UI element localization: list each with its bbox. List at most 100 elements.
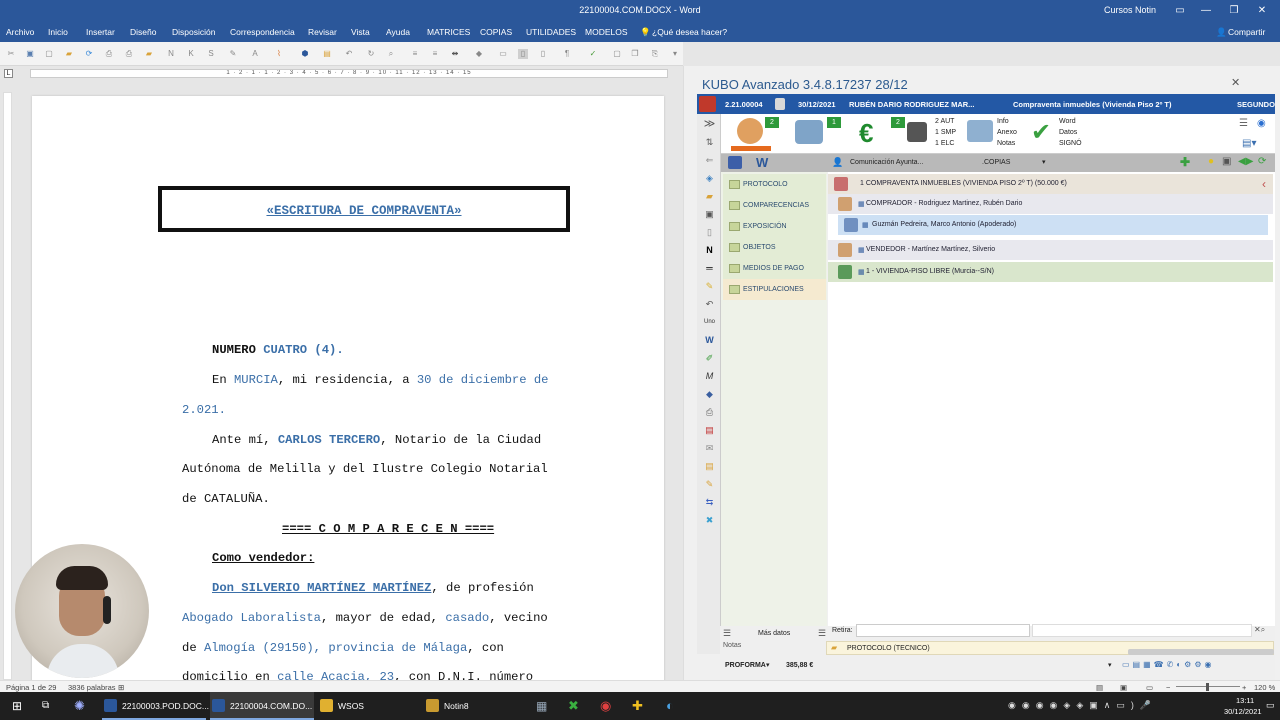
app-icon[interactable]: ✺ [74,698,85,714]
tab-selector[interactable]: L [4,69,13,78]
clear-search-icon[interactable]: ✕⌕ [1254,625,1265,635]
nav-protocolo[interactable]: PROTOCOLO [723,174,826,195]
menu-disposicion[interactable]: Disposición [172,27,215,37]
find-icon[interactable]: ⌕ [386,49,396,59]
chevron-down-icon[interactable]: ▾ [766,661,770,669]
refresh-icon[interactable]: ⟳ [84,49,94,59]
undo-icon[interactable]: ↶ [344,49,354,59]
restore-button[interactable]: ❐ [1224,3,1244,19]
add-icon[interactable]: ✚ [1180,155,1190,169]
two-pages-icon[interactable]: ▯ [538,49,548,59]
kubo-taskbar-icon[interactable]: ✖ [568,698,579,714]
menu-inicio[interactable]: Inicio [48,27,68,37]
ruler-scale[interactable]: 1 · 2 · 1 · 1 · 2 · 3 · 4 · 5 · 6 · 7 · … [30,69,668,78]
tree-attorney[interactable]: ▦ Guzmán Pedreira, Marco Antonio (Apoder… [838,215,1268,235]
underline-icon[interactable]: S [206,49,216,59]
scissors-icon[interactable]: ✂ [6,49,16,59]
pilcrow-icon[interactable]: ¶ [562,49,572,59]
shield-icon[interactable]: ⬢ [300,49,310,59]
check-icon[interactable]: ✓ [588,49,598,59]
bulb-icon[interactable]: ● [1208,156,1214,167]
key-icon[interactable]: ✎ [703,280,716,293]
clipboard-icon[interactable]: ▤ [703,460,716,473]
kubo-cube-icon[interactable] [699,96,716,112]
nav-comparecencias[interactable]: COMPARECENCIAS [723,195,826,216]
nav-exposicion[interactable]: EXPOSICIÓN [723,216,826,237]
taskbar-item-wsos[interactable]: WSOS [318,692,422,720]
word-label[interactable]: Word [1059,116,1076,127]
read-mode-icon[interactable]: ▤ [1096,683,1103,692]
horizontal-scrollbar[interactable] [1128,649,1274,655]
retira-input[interactable] [856,624,1030,637]
redo-icon[interactable]: ↻ [366,49,376,59]
folder-icon[interactable]: ▰ [144,49,154,59]
task-view-icon[interactable]: ⧉ [42,700,49,711]
signo-label[interactable]: SIGNÓ [1059,138,1082,149]
retira-extra-field[interactable] [1032,624,1252,637]
mas-datos-button[interactable]: Más datos [758,630,790,637]
help-icon[interactable]: ◉ [1257,118,1266,129]
datos-label[interactable]: Datos [1059,127,1077,138]
page-view-icon[interactable]: ▯ [518,49,528,59]
euro-icon[interactable]: € [859,118,873,149]
italic-icon[interactable]: K [186,49,196,59]
menu-matrices[interactable]: MATRICES [427,27,470,37]
copias-dropdown[interactable]: .COPIAS [982,159,1010,166]
close-button[interactable]: ✕ [1252,3,1272,19]
ribbon-options-button[interactable]: ▭ [1170,3,1190,19]
menu-revisar[interactable]: Revisar [308,27,337,37]
list-icon[interactable]: ≡ [410,49,420,59]
n-icon[interactable]: N [703,244,716,257]
kubo-close-icon[interactable]: ✕ [1231,76,1240,89]
open-folder-icon[interactable]: ▰ [64,49,74,59]
menu-vista[interactable]: Vista [351,27,370,37]
chevron-down-icon[interactable]: ▾ [1108,661,1112,669]
word-count[interactable]: 3836 palabras [68,683,116,692]
menu-copias[interactable]: COPIAS [480,27,512,37]
colorful-x-icon[interactable]: ✖ [703,514,716,527]
notifications-icon[interactable]: ▭ [1266,700,1275,711]
save-disk-icon[interactable]: ▣ [1222,156,1231,167]
chrome-icon[interactable]: ◉ [600,698,611,714]
eraser-icon[interactable]: ◆ [474,49,484,59]
export-icon[interactable]: ⎘ [650,49,660,59]
refresh-green-icon[interactable]: ⟳ [1258,156,1266,167]
taskbar-item-pod[interactable]: 22100003.POD.DOC... [102,692,209,720]
lock-icon[interactable]: ▯ [703,226,716,239]
anexo-label[interactable]: Anexo [997,127,1017,138]
m-icon[interactable]: M [703,370,716,383]
zoom-thumb[interactable] [1206,683,1209,691]
save-icon[interactable]: ▣ [25,49,35,59]
minimize-button[interactable]: — [1196,3,1216,19]
vertical-scrollbar[interactable] [683,66,693,680]
transfer-icon[interactable]: ⇆ [703,496,716,509]
folder-icon[interactable]: ▰ [703,190,716,203]
tray-icons[interactable]: ◉◉◉◉◈◈▣∧▭)🎤 [1008,700,1157,711]
sort-icon[interactable]: ⇅ [703,136,716,149]
windows-start-icon[interactable]: ⊞ [12,699,22,713]
notas-label[interactable]: Notas [997,138,1015,149]
list-view-icon[interactable]: ☰ [1239,118,1248,129]
menu-lines-icon[interactable]: ☰ [818,628,826,639]
uno-icon[interactable]: Uno [703,316,716,329]
zoom-in-icon[interactable]: + [1242,683,1246,692]
layout-icon[interactable]: ▭ [498,49,508,59]
pdf-icon[interactable]: ▤ [703,424,716,437]
menu-archivo[interactable]: Archivo [6,27,34,37]
bold-icon[interactable]: N [166,49,176,59]
g-app-icon[interactable]: ◐ [666,698,674,713]
tree-property[interactable]: ▦ 1 - VIVIENDA-PISO LIBRE (Murcia--S/N) [828,262,1273,282]
menu-correspondencia[interactable]: Correspondencia [230,27,295,37]
property-icon[interactable] [795,120,823,144]
mail-icon[interactable]: ✉ [703,442,716,455]
menu-utilidades[interactable]: UTILIDADES [526,27,576,37]
indent-icon[interactable]: ⇹ [450,49,460,59]
equals-icon[interactable]: ═ [703,262,716,275]
share-button[interactable]: Compartir [1228,27,1265,37]
copy-icon[interactable]: ❐ [630,49,640,59]
taskbar-item-com[interactable]: 22100004.COM.DO... [210,692,314,720]
search-doc-icon[interactable]: ◈ [703,172,716,185]
brush-icon[interactable]: ⌇ [274,49,284,59]
zoom-out-icon[interactable]: − [1166,683,1170,692]
page-count[interactable]: Página 1 de 29 [6,683,56,692]
